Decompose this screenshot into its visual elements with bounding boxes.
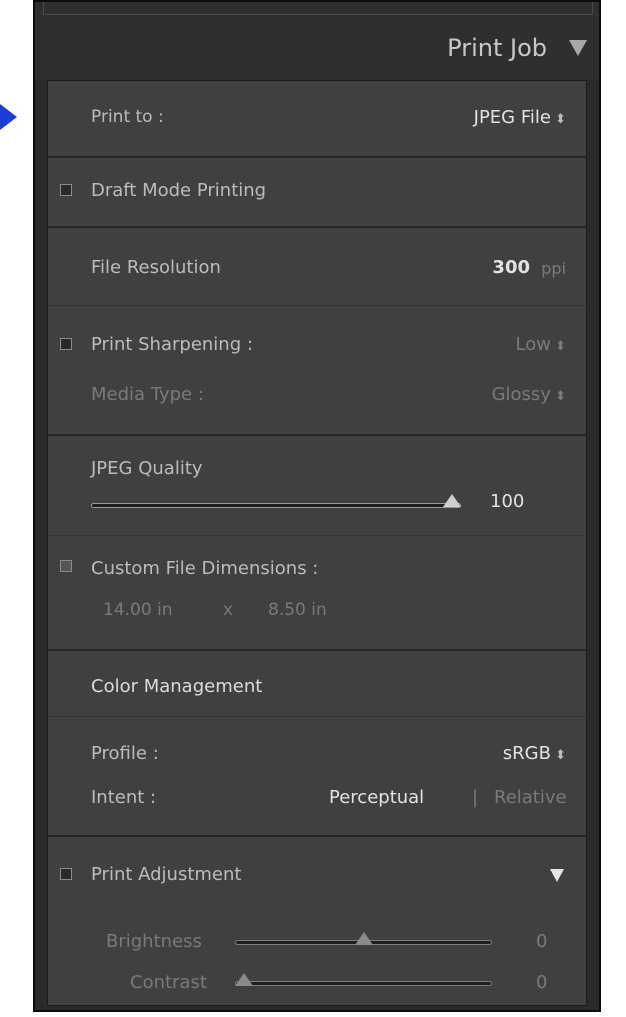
panel-body: Print to : JPEG File Draft Mode Printing… [47, 80, 587, 1006]
sharpening-level-dropdown[interactable]: Low [516, 334, 566, 355]
media-type-label: Media Type : [91, 384, 204, 405]
jpeg-quality-value[interactable]: 100 [490, 491, 524, 512]
custom-dimensions-section: Custom File Dimensions : 14.00 in x 8.50… [48, 536, 586, 651]
draft-mode-checkbox[interactable] [60, 184, 72, 196]
contrast-slider-thumb[interactable] [235, 973, 253, 986]
print-to-row: Print to : JPEG File [48, 81, 586, 158]
panel-title: Print Job [447, 34, 547, 62]
file-resolution-label: File Resolution [91, 257, 221, 278]
print-adjustment-section: Print Adjustment Brightness 0 Contrast 0 [48, 837, 586, 1005]
contrast-slider[interactable] [235, 981, 492, 986]
dimension-height[interactable]: 8.50 in [268, 600, 327, 620]
print-adjustment-checkbox[interactable] [60, 868, 72, 880]
print-sharpening-checkbox[interactable] [60, 338, 72, 350]
jpeg-quality-label: JPEG Quality [91, 458, 203, 479]
profile-label: Profile : [91, 743, 159, 764]
contrast-label: Contrast [130, 972, 207, 993]
color-management-heading-row: Color Management [48, 651, 586, 717]
print-sharpening-label: Print Sharpening : [91, 334, 253, 355]
jpeg-quality-slider-thumb[interactable] [443, 494, 461, 507]
dimension-width[interactable]: 14.00 in [103, 600, 173, 620]
custom-dimensions-checkbox[interactable] [60, 560, 72, 572]
intent-label: Intent : [91, 787, 157, 808]
color-management-section: Profile : sRGB Intent : Perceptual | Rel… [48, 717, 586, 837]
collapse-triangle-icon[interactable] [569, 40, 587, 56]
file-resolution-value[interactable]: 300 [492, 257, 530, 278]
intent-separator: | [472, 787, 479, 808]
jpeg-quality-slider[interactable] [91, 503, 461, 508]
file-resolution-row: File Resolution 300 ppi [48, 228, 586, 306]
media-type-dropdown[interactable]: Glossy [492, 384, 566, 405]
intent-relative-option[interactable]: Relative [494, 787, 567, 808]
annotation-arrow-icon [0, 104, 17, 130]
sharpening-section: Print Sharpening : Low Media Type : Glos… [48, 306, 586, 436]
brightness-value[interactable]: 0 [536, 931, 547, 952]
brightness-slider-thumb[interactable] [354, 932, 373, 945]
jpeg-quality-section: JPEG Quality 100 [48, 436, 586, 536]
dimension-separator: x [223, 600, 234, 620]
brightness-label: Brightness [106, 931, 202, 952]
print-to-label: Print to : [91, 107, 164, 127]
color-management-heading: Color Management [91, 676, 263, 697]
print-job-panel: Print Job Print to : JPEG File Draft Mod… [33, 0, 601, 1012]
draft-mode-label: Draft Mode Printing [91, 180, 267, 201]
profile-dropdown[interactable]: sRGB [503, 743, 566, 764]
print-to-dropdown[interactable]: JPEG File [474, 107, 566, 128]
panel-header[interactable]: Print Job [35, 20, 599, 80]
file-resolution-unit: ppi [541, 259, 566, 278]
print-adjustment-toggle-icon[interactable] [550, 869, 564, 882]
custom-dimensions-label: Custom File Dimensions : [91, 558, 319, 579]
draft-mode-row: Draft Mode Printing [48, 158, 586, 228]
contrast-value[interactable]: 0 [536, 972, 547, 993]
intent-perceptual-option[interactable]: Perceptual [329, 787, 424, 808]
print-adjustment-label: Print Adjustment [91, 864, 242, 885]
previous-panel-edge [35, 2, 599, 22]
